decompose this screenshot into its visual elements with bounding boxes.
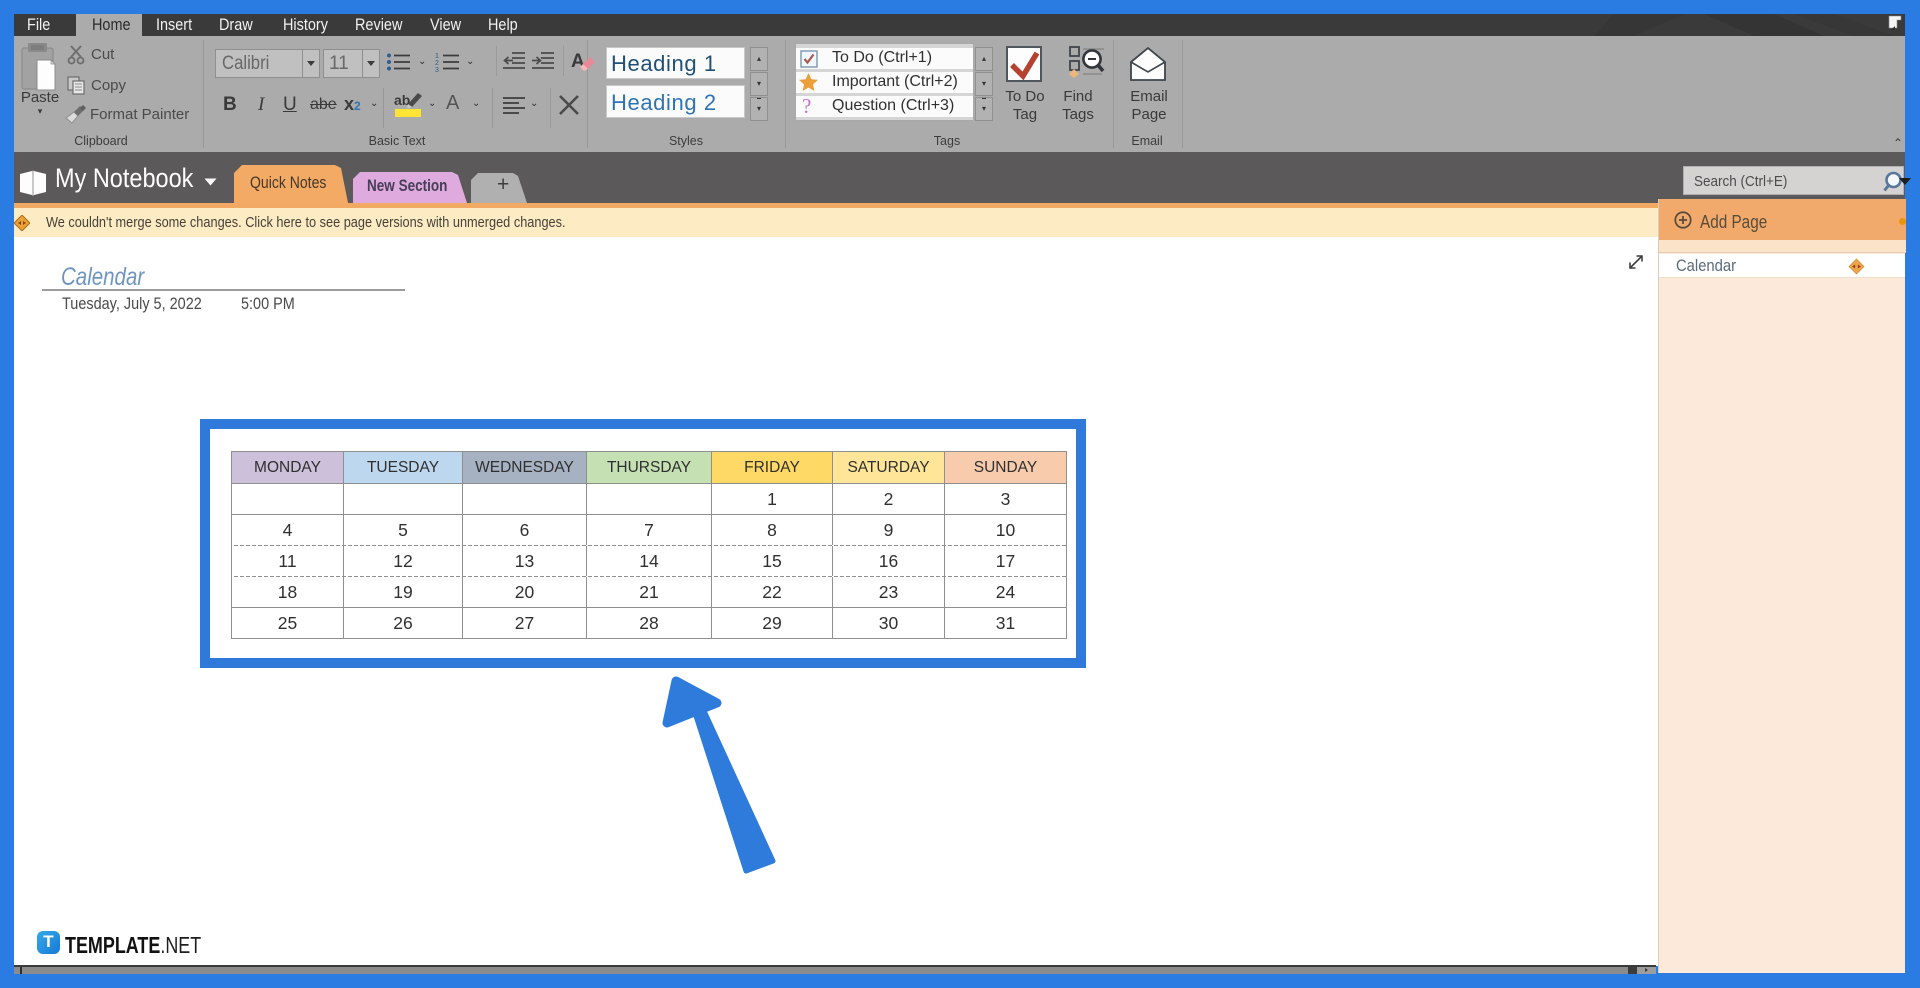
svg-text:3: 3 bbox=[435, 67, 439, 72]
svg-text:2: 2 bbox=[435, 60, 439, 67]
svg-text:1: 1 bbox=[435, 53, 439, 60]
